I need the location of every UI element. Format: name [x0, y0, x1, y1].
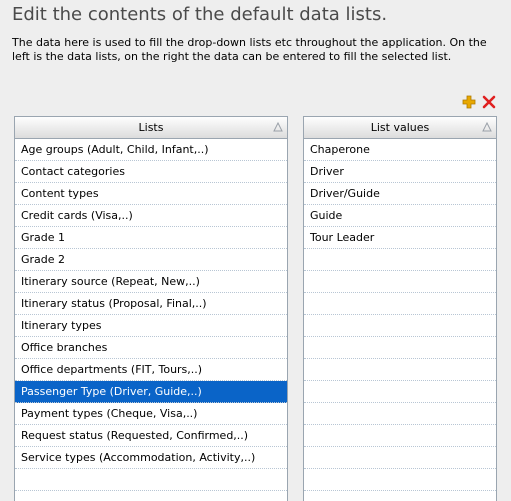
list-values-column-header[interactable]: List values	[304, 117, 496, 139]
list-item[interactable]: Grade 2	[15, 249, 287, 271]
toolbar	[462, 95, 496, 109]
empty-row[interactable]	[304, 447, 496, 469]
plus-icon[interactable]	[462, 95, 476, 109]
list-values-header-label: List values	[370, 121, 430, 134]
empty-row[interactable]	[304, 293, 496, 315]
list-item[interactable]: Request status (Requested, Confirmed,..)	[15, 425, 287, 447]
lists-grid: Lists Age groups (Adult, Child, Infant,.…	[14, 116, 288, 501]
list-value-item[interactable]: Driver	[304, 161, 496, 183]
empty-row[interactable]	[304, 337, 496, 359]
list-item[interactable]: Content types	[15, 183, 287, 205]
empty-row[interactable]	[304, 381, 496, 403]
empty-row[interactable]	[304, 359, 496, 381]
sort-icon[interactable]	[273, 122, 283, 132]
empty-row[interactable]	[304, 491, 496, 501]
list-value-item[interactable]: Guide	[304, 205, 496, 227]
list-item[interactable]: Payment types (Cheque, Visa,..)	[15, 403, 287, 425]
list-item[interactable]: Contact categories	[15, 161, 287, 183]
list-values-grid: List values Chaperone Driver Driver/Guide G…	[303, 116, 497, 501]
empty-row[interactable]	[304, 271, 496, 293]
list-item[interactable]: Age groups (Adult, Child, Infant,..)	[15, 139, 287, 161]
empty-row[interactable]	[304, 315, 496, 337]
list-item[interactable]: Service types (Accommodation, Activity,.…	[15, 447, 287, 469]
list-item-selected[interactable]: Passenger Type (Driver, Guide,..)	[15, 381, 287, 403]
empty-row[interactable]	[304, 469, 496, 491]
list-item[interactable]: Credit cards (Visa,..)	[15, 205, 287, 227]
list-values-body: Chaperone Driver Driver/Guide Guide Tour Lea…	[304, 139, 496, 501]
empty-row[interactable]	[15, 469, 287, 491]
list-item[interactable]: Grade 1	[15, 227, 287, 249]
lists-column-header[interactable]: Lists	[15, 117, 287, 139]
empty-row[interactable]	[15, 491, 287, 501]
list-value-item[interactable]: Tour Leader	[304, 227, 496, 249]
list-item[interactable]: Itinerary status (Proposal, Final,..)	[15, 293, 287, 315]
lists-body: Age groups (Adult, Child, Infant,..) Cont…	[15, 139, 287, 501]
empty-row[interactable]	[304, 403, 496, 425]
list-item[interactable]: Itinerary source (Repeat, New,..)	[15, 271, 287, 293]
lists-header-label: Lists	[138, 121, 164, 134]
sort-icon[interactable]	[482, 122, 492, 132]
empty-row[interactable]	[304, 249, 496, 271]
close-icon[interactable]	[482, 95, 496, 109]
list-item[interactable]: Office departments (FIT, Tours,..)	[15, 359, 287, 381]
page-description: The data here is used to fill the drop-d…	[12, 36, 487, 63]
list-value-item[interactable]: Chaperone	[304, 139, 496, 161]
page-title: Edit the contents of the default data li…	[12, 4, 388, 25]
empty-row[interactable]	[304, 425, 496, 447]
list-item[interactable]: Itinerary types	[15, 315, 287, 337]
list-item[interactable]: Office branches	[15, 337, 287, 359]
list-value-item[interactable]: Driver/Guide	[304, 183, 496, 205]
